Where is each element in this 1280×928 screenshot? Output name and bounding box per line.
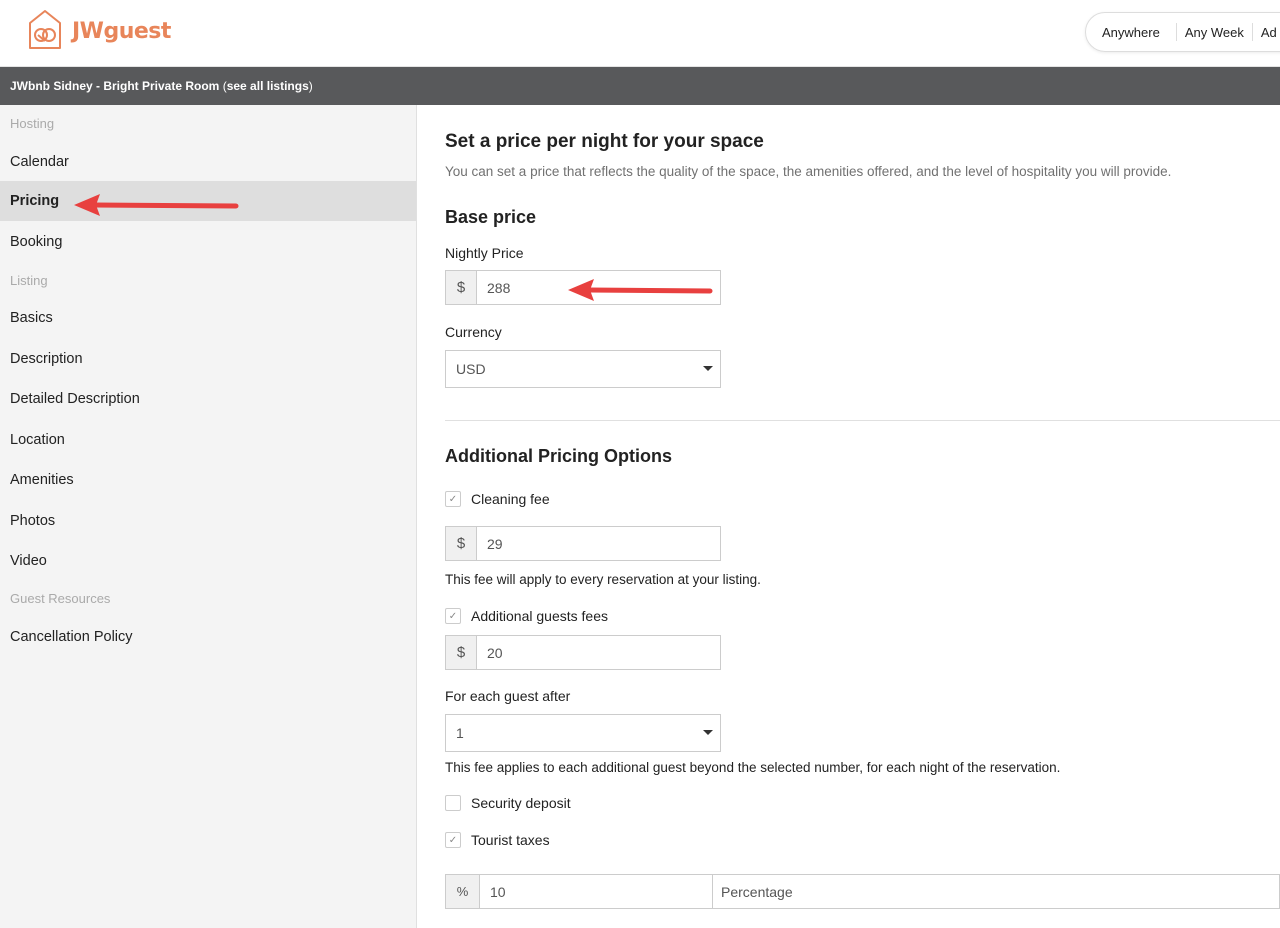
pill-divider bbox=[1251, 23, 1253, 41]
base-price-heading: Base price bbox=[445, 207, 537, 227]
nightly-price-label: Nightly Price bbox=[445, 245, 524, 261]
cleaning-fee-label: Cleaning fee bbox=[471, 491, 550, 507]
dollar-icon: $ bbox=[446, 636, 477, 669]
sidebar-item-photos[interactable]: Photos bbox=[0, 501, 416, 541]
search-pill[interactable]: Anywhere Any Week Ad bbox=[1085, 12, 1280, 52]
page-title: Set a price per night for your space bbox=[445, 131, 764, 152]
sidebar-item-detailed-description[interactable]: Detailed Description bbox=[0, 379, 416, 419]
top-header: JWguest Anywhere Any Week Ad bbox=[0, 0, 1280, 67]
dollar-icon: $ bbox=[446, 527, 477, 560]
tourist-taxes-group: % Percentage bbox=[445, 874, 1280, 909]
guest-fees-toggle[interactable]: ✓ Additional guests fees bbox=[445, 608, 608, 624]
guest-fees-group: $ bbox=[445, 635, 721, 670]
sidebar-item-basics[interactable]: Basics bbox=[0, 298, 416, 338]
search-add-guests[interactable]: Ad bbox=[1261, 25, 1277, 40]
cleaning-fee-input[interactable] bbox=[477, 527, 720, 560]
additional-pricing-heading: Additional Pricing Options bbox=[445, 446, 672, 466]
cleaning-fee-group: $ bbox=[445, 526, 721, 561]
sidebar-heading-hosting: Hosting bbox=[10, 116, 55, 131]
pill-divider bbox=[1175, 23, 1177, 41]
security-deposit-checkbox[interactable] bbox=[445, 795, 461, 811]
search-any-week[interactable]: Any Week bbox=[1185, 25, 1244, 40]
annotation-arrow-pricing bbox=[74, 194, 239, 216]
each-guest-after-help: This fee applies to each additional gues… bbox=[445, 760, 1061, 775]
logo-heart-icon bbox=[29, 10, 61, 49]
currency-label: Currency bbox=[445, 324, 502, 340]
currency-select[interactable]: USD bbox=[445, 350, 721, 388]
logo-text: JWguest bbox=[72, 18, 171, 44]
sidebar-item-cancellation-policy[interactable]: Cancellation Policy bbox=[0, 617, 416, 657]
page-subtitle: You can set a price that reflects the qu… bbox=[445, 164, 1172, 179]
see-all-listings-link[interactable]: see all listings bbox=[227, 79, 309, 93]
sidebar-heading-listing: Listing bbox=[10, 273, 48, 288]
search-anywhere[interactable]: Anywhere bbox=[1102, 25, 1160, 40]
sidebar-item-description[interactable]: Description bbox=[0, 339, 416, 379]
listing-close-paren: ) bbox=[308, 79, 313, 93]
chevron-down-icon bbox=[703, 366, 713, 371]
tourist-taxes-toggle[interactable]: ✓ Tourist taxes bbox=[445, 832, 550, 848]
listing-bar: JWbnb Sidney - Bright Private Room ( see… bbox=[0, 67, 1280, 105]
each-guest-after-label: For each guest after bbox=[445, 688, 571, 704]
sidebar-item-video[interactable]: Video bbox=[0, 541, 416, 581]
cleaning-fee-help: This fee will apply to every reservation… bbox=[445, 572, 761, 587]
tourist-taxes-type-select[interactable]: Percentage bbox=[713, 875, 1279, 908]
guest-fees-input[interactable] bbox=[477, 636, 720, 669]
sidebar-item-booking[interactable]: Booking bbox=[0, 222, 416, 262]
currency-value: USD bbox=[456, 361, 486, 377]
each-guest-after-value: 1 bbox=[456, 725, 464, 741]
listing-title: JWbnb Sidney - Bright Private Room bbox=[10, 79, 220, 93]
sidebar-item-location[interactable]: Location bbox=[0, 420, 416, 460]
tourist-taxes-input[interactable] bbox=[480, 875, 713, 908]
percent-icon: % bbox=[446, 875, 480, 908]
guest-fees-label: Additional guests fees bbox=[471, 608, 608, 624]
dollar-icon: $ bbox=[446, 271, 477, 304]
annotation-arrow-nightly-price bbox=[568, 279, 713, 301]
security-deposit-toggle[interactable]: Security deposit bbox=[445, 795, 571, 811]
tourist-taxes-checkbox[interactable]: ✓ bbox=[445, 832, 461, 848]
sidebar: Hosting Calendar Pricing Booking Listing… bbox=[0, 105, 417, 928]
security-deposit-label: Security deposit bbox=[471, 795, 571, 811]
tourist-taxes-label: Tourist taxes bbox=[471, 832, 550, 848]
each-guest-after-select[interactable]: 1 bbox=[445, 714, 721, 752]
cleaning-fee-checkbox[interactable]: ✓ bbox=[445, 491, 461, 507]
sidebar-heading-guest-resources: Guest Resources bbox=[10, 591, 111, 606]
sidebar-item-calendar[interactable]: Calendar bbox=[0, 142, 416, 182]
section-divider bbox=[445, 420, 1280, 421]
sidebar-item-amenities[interactable]: Amenities bbox=[0, 460, 416, 500]
guest-fees-checkbox[interactable]: ✓ bbox=[445, 608, 461, 624]
listing-open-paren: ( bbox=[219, 79, 227, 93]
chevron-down-icon bbox=[703, 730, 713, 735]
logo[interactable]: JWguest bbox=[24, 8, 171, 54]
cleaning-fee-toggle[interactable]: ✓ Cleaning fee bbox=[445, 491, 550, 507]
